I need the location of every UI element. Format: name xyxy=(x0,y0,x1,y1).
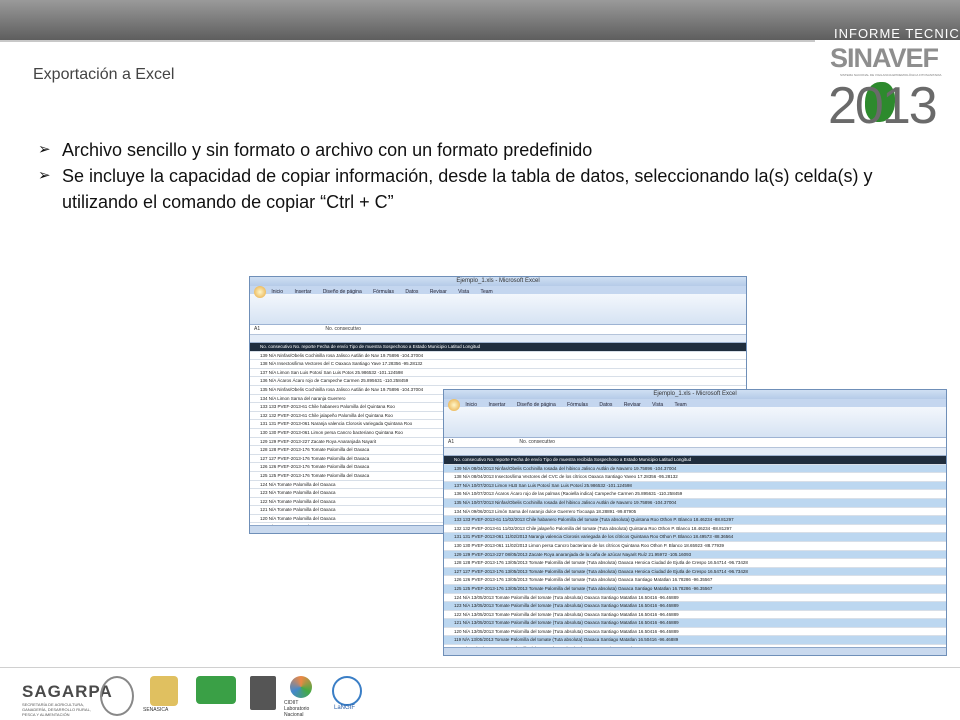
bullet-item: ➢ Archivo sencillo y sin formato o archi… xyxy=(38,137,918,163)
table-row[interactable]: 138 N/A Insectos/lima Vectores del C Oax… xyxy=(250,360,746,369)
table-row[interactable]: 135 N/A 10/07/2013 Ninfas/Obelis Cochini… xyxy=(444,498,946,508)
table-row[interactable]: 119 N/A 13/05/2013 Tomate Palomilla del … xyxy=(444,636,946,646)
logo-name: SINAVEF xyxy=(830,43,939,73)
bullet-text: Se incluye la capacidad de copiar inform… xyxy=(62,166,873,212)
sinavef-logo: INFORME TECNICO SINAVEF SISTEMA NACIONAL… xyxy=(818,2,960,135)
table-row[interactable]: 138 N/A 08/04/2013 Insectos/lima Vectore… xyxy=(444,473,946,482)
logo-top-text: INFORME TECNICO xyxy=(834,26,960,41)
slide-title: Exportación a Excel xyxy=(33,66,175,83)
mexico-seal-icon xyxy=(100,676,134,716)
table-row[interactable]: 139 N/A Ninfas/Obelis Cochinilla rosa Ja… xyxy=(250,352,746,361)
table-row[interactable]: 133 133 PVEF-2013-61 11/02/2013 Chile ha… xyxy=(444,516,946,525)
name-box[interactable]: A1 xyxy=(444,438,488,447)
arrow-bullet-icon: ➢ xyxy=(38,167,51,184)
table-row[interactable]: 125 125 PVEF-2013-176 13/05/2013 Tomate … xyxy=(444,584,946,594)
table-row[interactable]: 136 N/A 10/07/2013 Ácaros Ácaro rojo de … xyxy=(444,490,946,499)
table-row[interactable]: 128 128 PVEF-2013-176 13/05/2013 Tomate … xyxy=(444,559,946,568)
senasica-logo xyxy=(150,676,178,706)
bullet-text: Archivo sencillo y sin formato o archivo… xyxy=(62,140,593,160)
arrow-bullet-icon: ➢ xyxy=(38,141,51,158)
name-box[interactable]: A1 xyxy=(250,325,294,334)
tab-revisar[interactable]: Revisar xyxy=(430,289,447,295)
status-bar xyxy=(444,647,946,655)
table-row[interactable]: No. consecutivo No. reporte Fecha de env… xyxy=(250,343,746,352)
excel-window-front[interactable]: Ejemplo_1.xls - Microsoft Excel Inicio I… xyxy=(443,389,947,656)
table-row[interactable]: 126 126 PVEF-2013-176 13/05/2013 Tomate … xyxy=(444,576,946,585)
langif-logo xyxy=(332,676,362,706)
table-row[interactable]: 130 130 PVEF-2013-061 11/02/2013 Limon p… xyxy=(444,542,946,551)
ribbon-toolbar[interactable] xyxy=(444,407,946,438)
excel-title-bar: Ejemplo_1.xls - Microsoft Excel xyxy=(250,277,746,286)
bullet-item: ➢ Se incluye la capacidad de copiar info… xyxy=(38,163,918,215)
table-row[interactable]: 120 N/A 13/05/2013 Tomate Palomilla del … xyxy=(444,628,946,637)
tab-inicio[interactable]: Inicio xyxy=(271,289,283,295)
table-row[interactable]: 137 N/A 10/07/2013 Limon HLB San Luis Po… xyxy=(444,481,946,491)
tab-vista[interactable]: Vista xyxy=(652,402,663,408)
tab-formulas[interactable]: Fórmulas xyxy=(373,289,394,295)
cidiit-label: CIDIIT Laboratorio Nacional xyxy=(284,700,310,718)
sagarpa-subtext: SECRETARÍA DE AGRICULTURA, GANADERÍA, DE… xyxy=(22,702,91,717)
column-headers xyxy=(444,448,946,456)
excel-title-bar: Ejemplo_1.xls - Microsoft Excel xyxy=(444,390,946,399)
logo-year: 2013 xyxy=(828,77,938,135)
tab-datos[interactable]: Datos xyxy=(599,402,612,408)
table-row[interactable]: 123 N/A 13/05/2013 Tomate Palomilla del … xyxy=(444,602,946,611)
tab-insertar[interactable]: Insertar xyxy=(488,402,505,408)
tab-formulas[interactable]: Fórmulas xyxy=(567,402,588,408)
formula-input[interactable]: No. consecutivo xyxy=(295,326,361,332)
table-row[interactable]: 139 N/A 08/04/2013 Ninfas/Obelis Cochini… xyxy=(444,464,946,474)
header-divider xyxy=(0,40,815,42)
tab-vista[interactable]: Vista xyxy=(458,289,469,295)
tab-revisar[interactable]: Revisar xyxy=(624,402,641,408)
university-seal-icon xyxy=(250,676,276,710)
table-row[interactable]: 137 N/A Limon San Luis Potosí San Luis P… xyxy=(250,369,746,378)
tab-team[interactable]: Team xyxy=(481,289,493,295)
formula-input[interactable]: No. consecutivo xyxy=(489,439,555,445)
table-row[interactable]: 122 N/A 13/05/2013 Tomate Palomilla del … xyxy=(444,611,946,620)
formula-bar[interactable]: A1 No. consecutivo xyxy=(444,438,946,448)
bullet-list: ➢ Archivo sencillo y sin formato o archi… xyxy=(38,137,918,215)
table-row[interactable]: No. consecutivo No. reporte Fecha de env… xyxy=(444,456,946,465)
table-row[interactable]: 124 N/A 13/05/2013 Tomate Palomilla del … xyxy=(444,594,946,603)
top-bar xyxy=(0,0,960,40)
langif-label: LaNGIF xyxy=(334,705,356,711)
tab-diseno[interactable]: Diseño de página xyxy=(323,289,362,295)
column-headers xyxy=(250,335,746,343)
cidiit-logo xyxy=(290,676,312,698)
ribbon-toolbar[interactable] xyxy=(250,294,746,325)
office-button-icon[interactable] xyxy=(448,399,460,411)
ribbon-tabs: Inicio Insertar Diseño de página Fórmula… xyxy=(444,399,946,411)
tab-datos[interactable]: Datos xyxy=(405,289,418,295)
sagarpa-logo: SAGARPA xyxy=(22,682,113,701)
formula-bar[interactable]: A1 No. consecutivo xyxy=(250,325,746,335)
table-row[interactable]: 134 N/A 09/06/2013 Limón Sarna del naran… xyxy=(444,508,946,517)
table-row[interactable]: 136 N/A Ácaros Ácaro rojo de Campeche Ca… xyxy=(250,377,746,386)
table-row[interactable]: 132 132 PVEF-2013-61 11/02/2013 Chile ja… xyxy=(444,525,946,534)
ribbon-tabs: Inicio Insertar Diseño de página Fórmula… xyxy=(250,286,746,298)
table-row[interactable]: 129 129 PVEF-2013-227 08/05/2013 Zacate … xyxy=(444,550,946,560)
spreadsheet-grid[interactable]: No. consecutivo No. reporte Fecha de env… xyxy=(444,456,946,655)
green-logo xyxy=(196,676,236,704)
office-button-icon[interactable] xyxy=(254,286,266,298)
tab-team[interactable]: Team xyxy=(675,402,687,408)
tab-diseno[interactable]: Diseño de página xyxy=(517,402,556,408)
table-row[interactable]: 131 131 PVEF-2013-061 11/02/2013 Naranja… xyxy=(444,533,946,542)
table-row[interactable]: 121 N/A 13/05/2013 Tomate Palomilla del … xyxy=(444,619,946,628)
senasica-label: SENASICA xyxy=(143,707,169,713)
tab-insertar[interactable]: Insertar xyxy=(294,289,311,295)
tab-inicio[interactable]: Inicio xyxy=(465,402,477,408)
table-row[interactable]: 127 127 PVEF-2013-176 13/05/2013 Tomate … xyxy=(444,567,946,577)
